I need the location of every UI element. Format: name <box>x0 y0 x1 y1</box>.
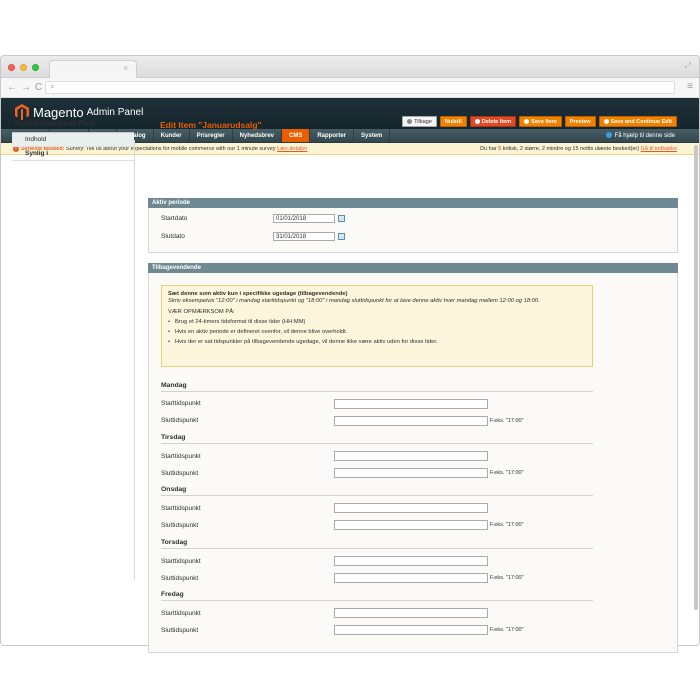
close-window-icon[interactable] <box>8 64 15 71</box>
help-icon <box>605 132 612 138</box>
time-hint: F.eks. "17:00" <box>490 627 524 633</box>
recurring-section: Sæt denne som aktiv kun i specifikke uge… <box>148 273 678 653</box>
start-time-label: Starttidspunkt <box>161 453 201 460</box>
tirsdag-start-input[interactable] <box>334 451 488 461</box>
end-time-label: Sluttidspunkt <box>161 417 199 424</box>
back-icon <box>407 118 413 124</box>
browser-menu-icon[interactable]: ≡ <box>687 81 693 92</box>
tip-note: VÆR OPMÆRKSOM PÅ: <box>168 309 235 315</box>
save-continue-button[interactable]: Save and Continue Edit <box>598 116 677 127</box>
nav-item-system[interactable]: System <box>354 129 391 142</box>
minimize-window-icon[interactable] <box>20 64 27 71</box>
page-scrollbar[interactable] <box>694 145 698 610</box>
active-period-heading: Aktiv periode <box>148 198 678 208</box>
end-date-input[interactable]: 31/01/2018 <box>273 232 335 241</box>
recurring-help-box: Sæt denne som aktiv kun i specifikke uge… <box>161 285 593 367</box>
notice-right: Du har 5 kritisk, 2 større, 2 mindre og … <box>480 143 677 155</box>
reset-button[interactable]: Nulstil <box>439 116 467 127</box>
day-title-fredag: Fredag <box>161 591 593 601</box>
start-time-label: Starttidspunkt <box>161 558 201 565</box>
nav-item-nyhedsbrev[interactable]: Nyhedsbrev <box>233 129 282 142</box>
tip-point: Hvis en aktiv periode er defineret ovenf… <box>168 329 586 335</box>
search-icon: ⌕ <box>50 82 55 91</box>
url-input[interactable]: ⌕ <box>45 81 675 94</box>
mandag-start-input[interactable] <box>334 399 488 409</box>
back-forward-reload-icons[interactable]: ←→C <box>7 82 46 93</box>
maximize-window-icon[interactable] <box>32 64 39 71</box>
end-time-label: Sluttidspunkt <box>161 575 199 582</box>
torsdag-start-input[interactable] <box>334 556 488 566</box>
browser-tabbar: × ⤢ <box>1 56 699 78</box>
sidebar-item-indhold[interactable]: Indhold <box>12 133 134 147</box>
day-title-tirsdag: Tirsdag <box>161 434 593 444</box>
day-title-onsdag: Onsdag <box>161 486 593 496</box>
tip-list: Brug et 24-timers tidsformat til disse t… <box>168 319 586 345</box>
time-hint: F.eks. "17:00" <box>490 522 524 528</box>
help-link[interactable]: Få hjælp til denne side <box>605 129 675 143</box>
inbox-critical-label: kritisk <box>502 146 517 152</box>
time-hint: F.eks. "17:00" <box>490 575 524 581</box>
save-icon <box>524 118 530 124</box>
calendar-icon[interactable] <box>338 233 345 240</box>
delete-button[interactable]: Delete Item <box>469 116 517 127</box>
fredag-start-input[interactable] <box>334 608 488 618</box>
sidebar-divider <box>134 140 135 580</box>
recurring-heading: Tilbagevendende <box>148 263 678 273</box>
inbox-critical-count: 5 <box>498 146 502 152</box>
browser-tab[interactable]: × <box>49 60 137 78</box>
day-title-torsdag: Torsdag <box>161 539 593 549</box>
tip-point: Hvis der er sat tidspunkter på tilbageve… <box>168 339 586 345</box>
onsdag-start-input[interactable] <box>334 503 488 513</box>
sidebar-title: Notifikationsbar Plus <box>12 112 134 133</box>
end-date-label: Slutdato <box>161 233 185 240</box>
tip-point: Brug et 24-timers tidsformat til disse t… <box>168 319 586 325</box>
end-time-label: Sluttidspunkt <box>161 627 199 634</box>
delete-icon <box>474 118 480 124</box>
help-label: Få hjælp til denne side <box>614 133 675 139</box>
day-title-mandag: Mandag <box>161 382 593 392</box>
mandag-end-input[interactable] <box>334 416 488 426</box>
inbox-prefix: Du har <box>480 146 497 152</box>
tirsdag-end-input[interactable] <box>334 468 488 478</box>
nav-item-rapporter[interactable]: Rapporter <box>310 129 355 142</box>
delete-label: Delete Item <box>481 119 512 125</box>
tab-close-icon[interactable]: × <box>123 64 128 73</box>
save-button[interactable]: Save Item <box>519 116 562 127</box>
fredag-end-input[interactable] <box>334 625 488 635</box>
nav-item-cms[interactable]: CMS <box>282 129 311 142</box>
preview-button[interactable]: Preview <box>564 116 596 127</box>
sidebar-item-synlig-i[interactable]: Synlig i <box>12 147 134 161</box>
page-title: Edit Item "Januarudsalg" <box>160 120 262 130</box>
sidebar: Notifikationsbar Plus Indhold Synlig i <box>12 112 135 580</box>
start-date-input[interactable]: 01/01/2018 <box>273 214 335 223</box>
start-time-label: Starttidspunkt <box>161 400 201 407</box>
torsdag-end-input[interactable] <box>334 573 488 583</box>
end-time-label: Sluttidspunkt <box>161 522 199 529</box>
tip-example: Skriv eksempelvis "12:00" i mandag start… <box>168 298 540 304</box>
tip-title: Sæt denne som aktiv kun i specifikke uge… <box>168 291 348 297</box>
start-date-label: Startdato <box>161 215 188 222</box>
action-buttons: Tilbage Nulstil Delete Item Save Item Pr… <box>402 116 677 127</box>
end-time-label: Sluttidspunkt <box>161 470 199 477</box>
back-label: Tilbage <box>414 119 432 125</box>
start-time-label: Starttidspunkt <box>161 610 201 617</box>
fullscreen-icon[interactable]: ⤢ <box>685 61 691 71</box>
onsdag-end-input[interactable] <box>334 520 488 530</box>
inbox-summary: , 2 større, 2 mindre og 15 notits ulæste… <box>516 146 640 152</box>
start-time-label: Starttidspunkt <box>161 505 201 512</box>
notice-read-more-link[interactable]: Læs detaljer <box>277 146 307 152</box>
back-button[interactable]: Tilbage <box>402 116 437 127</box>
save-continue-label: Save and Continue Edit <box>610 119 672 125</box>
time-hint: F.eks. "17:00" <box>490 470 524 476</box>
time-hint: F.eks. "17:00" <box>490 418 524 424</box>
calendar-icon[interactable] <box>338 215 345 222</box>
save-continue-icon <box>603 118 609 124</box>
inbox-link[interactable]: Gå til indbakke <box>641 146 677 152</box>
active-period-section: Startdato 01/01/2018 Slutdato 31/01/2018 <box>148 208 678 253</box>
address-bar: ←→C ⌕ ≡ <box>1 78 699 98</box>
nav-item-kunder[interactable]: Kunder <box>154 129 190 142</box>
save-label: Save Item <box>531 119 557 125</box>
nav-item-prisregler[interactable]: Prisregler <box>190 129 233 142</box>
